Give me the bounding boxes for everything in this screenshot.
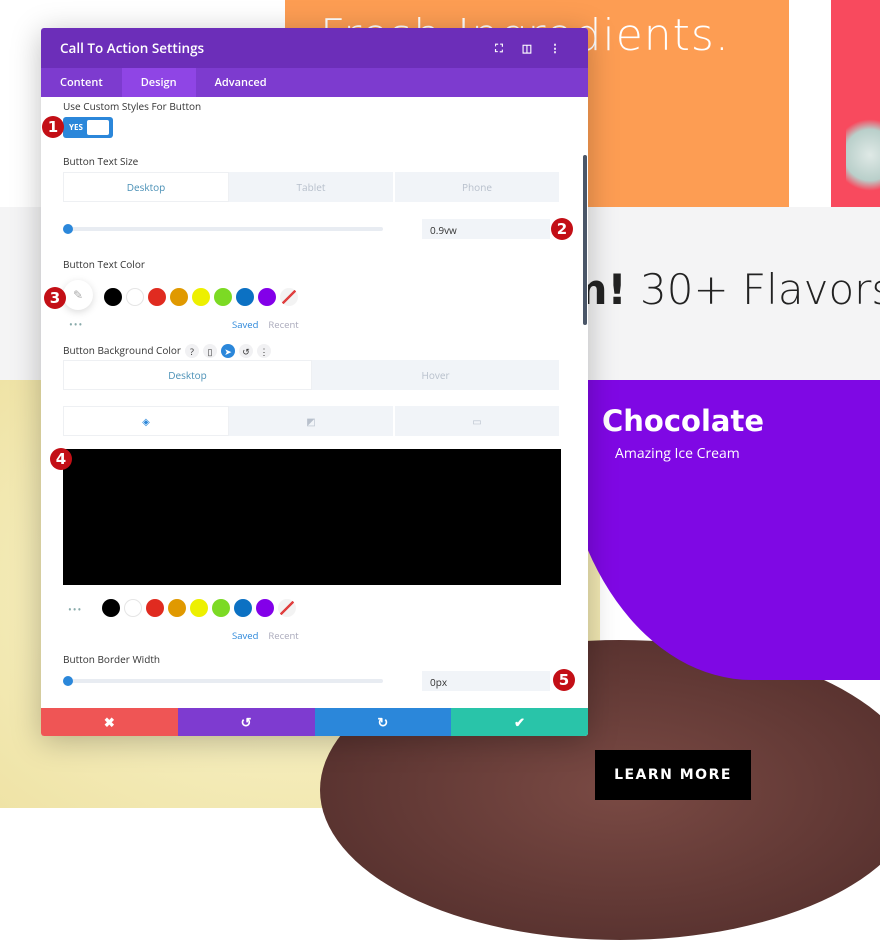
color-swatch[interactable] — [148, 288, 166, 306]
device-tabs: Desktop Tablet Phone — [63, 172, 561, 202]
color-swatch[interactable] — [104, 288, 122, 306]
ice-cream-image — [846, 110, 880, 200]
step-badge-5: 5 — [553, 669, 575, 691]
color-swatch[interactable] — [192, 288, 210, 306]
step-badge-2: 2 — [551, 218, 573, 240]
bg-color-preview[interactable] — [63, 449, 561, 585]
expand-icon[interactable]: ⛶ — [485, 41, 513, 56]
sidebar-icon[interactable]: ◫ — [513, 41, 541, 56]
bg-color-label: Button Background Color? ▯ ➤ ↺ ⋮ — [63, 343, 271, 359]
border-width-label: Button Border Width — [63, 652, 161, 666]
save-button[interactable]: ✔ — [451, 708, 588, 736]
color-swatch[interactable] — [236, 288, 254, 306]
slider-handle[interactable] — [63, 676, 73, 686]
slider-handle[interactable] — [63, 224, 73, 234]
step-badge-4: 4 — [50, 448, 72, 470]
flavors-text: 30+ Flavors — [626, 265, 880, 314]
bg-color-swatches — [102, 599, 296, 617]
more-colors-icon[interactable]: ••• — [68, 602, 82, 616]
palette-tabs: Saved Recent — [232, 629, 299, 642]
image-icon[interactable]: ▭ — [395, 406, 561, 436]
redo-button[interactable]: ↻ — [314, 708, 452, 736]
text-color-swatches — [104, 288, 298, 306]
no-color-swatch[interactable] — [278, 599, 296, 617]
color-swatch[interactable] — [256, 599, 274, 617]
card-title: Chocolate — [602, 404, 765, 438]
settings-panel: Call To Action Settings ⛶ ◫ ⋮ Content De… — [41, 28, 588, 736]
cancel-button[interactable]: ✖ — [41, 708, 178, 736]
device-phone[interactable]: Phone — [395, 172, 561, 202]
undo-button[interactable]: ↺ — [177, 708, 315, 736]
palette-tabs: Saved Recent — [232, 318, 299, 331]
color-swatch[interactable] — [214, 288, 232, 306]
no-color-swatch[interactable] — [280, 288, 298, 306]
device-tablet[interactable]: Tablet — [229, 172, 395, 202]
eyedropper-icon[interactable]: ✎ — [63, 280, 93, 310]
tab-advanced[interactable]: Advanced — [196, 68, 286, 97]
text-size-slider[interactable] — [63, 224, 383, 234]
state-desktop[interactable]: Desktop — [63, 360, 312, 390]
state-tabs: Desktop Hover — [63, 360, 561, 390]
color-swatch[interactable] — [234, 599, 252, 617]
tab-content[interactable]: Content — [41, 68, 122, 97]
options-icon[interactable]: ⋮ — [256, 344, 271, 359]
text-color-label: Button Text Color — [63, 257, 145, 271]
help-icon[interactable]: ? — [184, 344, 199, 359]
card-subtitle: Amazing Ice Cream — [615, 444, 740, 463]
saved-tab[interactable]: Saved — [232, 318, 258, 331]
panel-body: Use Custom Styles For Button YES 1 Butto… — [41, 97, 588, 708]
tab-design[interactable]: Design — [121, 68, 196, 97]
learn-more-button[interactable]: LEARN MORE — [595, 750, 751, 800]
color-swatch[interactable] — [190, 599, 208, 617]
color-swatch[interactable] — [146, 599, 164, 617]
color-swatch[interactable] — [212, 599, 230, 617]
color-fill-icon[interactable]: ◈ — [63, 406, 229, 436]
device-desktop[interactable]: Desktop — [63, 172, 229, 202]
cursor-icon[interactable]: ➤ — [220, 344, 235, 359]
panel-title: Call To Action Settings — [60, 39, 205, 57]
reset-icon[interactable]: ↺ — [238, 344, 253, 359]
custom-styles-toggle[interactable]: YES — [63, 117, 113, 138]
step-badge-3: 3 — [44, 287, 66, 309]
text-size-input[interactable]: 0.9vw — [422, 219, 550, 239]
color-swatch[interactable] — [258, 288, 276, 306]
step-badge-1: 1 — [42, 116, 64, 138]
text-size-label: Button Text Size — [63, 154, 139, 168]
panel-tabs: Content Design Advanced — [41, 68, 588, 97]
recent-tab[interactable]: Recent — [268, 318, 298, 331]
panel-footer: ✖ ↺ ↻ ✔ — [41, 708, 588, 736]
recent-tab[interactable]: Recent — [268, 629, 298, 642]
color-swatch[interactable] — [126, 288, 144, 306]
state-hover[interactable]: Hover — [312, 360, 561, 390]
bg-color-label-text: Button Background Color — [63, 343, 181, 357]
toggle-label: YES — [69, 122, 83, 133]
scrollbar[interactable] — [583, 155, 587, 325]
color-swatch[interactable] — [102, 599, 120, 617]
color-swatch[interactable] — [124, 599, 142, 617]
border-width-slider[interactable] — [63, 676, 383, 686]
gradient-icon[interactable]: ◩ — [229, 406, 395, 436]
saved-tab[interactable]: Saved — [232, 629, 258, 642]
custom-styles-label: Use Custom Styles For Button — [63, 99, 202, 113]
color-swatch[interactable] — [170, 288, 188, 306]
border-width-input[interactable]: 0px — [422, 671, 550, 691]
more-icon[interactable]: ⋮ — [541, 41, 569, 56]
background-type-tabs: ◈ ◩ ▭ — [63, 406, 561, 436]
more-colors-icon[interactable]: ••• — [69, 317, 83, 331]
color-swatch[interactable] — [168, 599, 186, 617]
mobile-icon[interactable]: ▯ — [202, 344, 217, 359]
panel-header: Call To Action Settings ⛶ ◫ ⋮ — [41, 28, 588, 68]
